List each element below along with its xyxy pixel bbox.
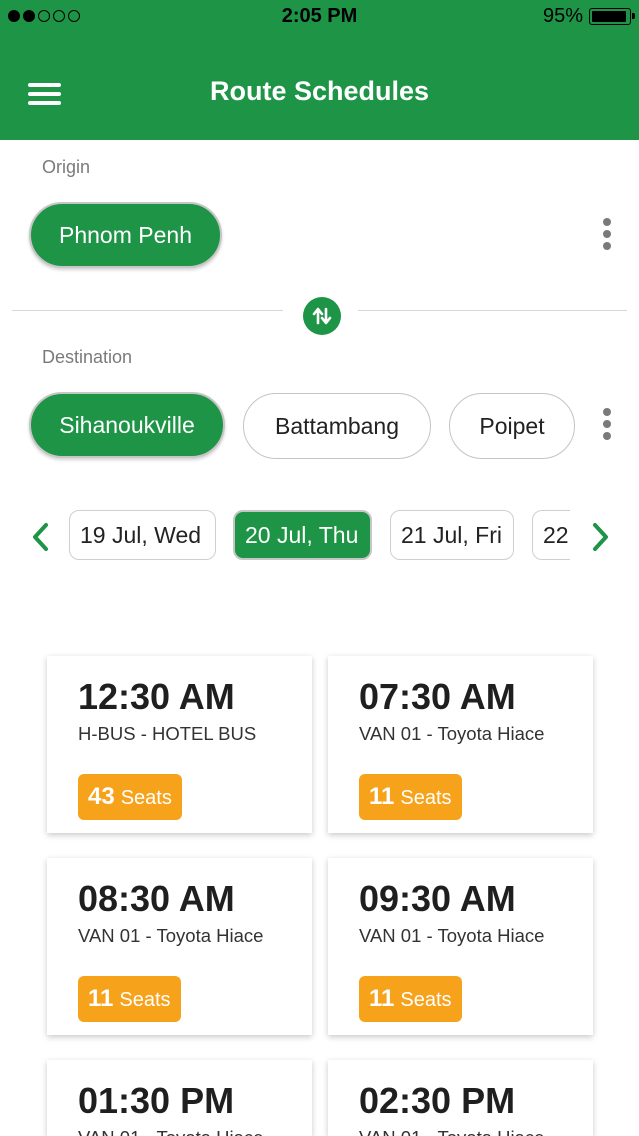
destination-chip-battambang[interactable]: Battambang bbox=[243, 393, 431, 459]
seat-count: 43 bbox=[88, 783, 115, 810]
schedule-card[interactable]: 02:30 PM VAN 01 - Toyota Hiace bbox=[328, 1060, 593, 1136]
battery-percentage: 95% bbox=[542, 5, 583, 27]
vehicle-name: H-BUS - HOTEL BUS bbox=[78, 723, 257, 744]
destination-chip-sihanoukville[interactable]: Sihanoukville bbox=[29, 392, 225, 458]
seat-label: Seats bbox=[120, 787, 172, 809]
vehicle-name: VAN 01 - Toyota Hiace bbox=[78, 925, 264, 946]
status-bar: 2:05 PM 95% bbox=[0, 0, 639, 34]
chevron-left-icon[interactable] bbox=[27, 517, 55, 557]
seats-badge: 43 Seats bbox=[78, 774, 182, 820]
seat-count: 11 bbox=[369, 783, 395, 810]
chevron-right-icon[interactable] bbox=[586, 517, 614, 557]
date-chip-19-jul[interactable]: 19 Jul, Wed bbox=[69, 510, 216, 560]
vehicle-name: VAN 01 - Toyota Hiace bbox=[78, 1127, 263, 1136]
swap-vertical-arrows-icon[interactable] bbox=[303, 297, 341, 335]
origin-label: Origin bbox=[42, 157, 91, 177]
seat-label: Seats bbox=[400, 787, 452, 809]
seat-label: Seats bbox=[400, 989, 452, 1011]
destination-label: Destination bbox=[42, 347, 133, 367]
vehicle-name: VAN 01 - Toyota Hiace bbox=[359, 925, 545, 946]
vehicle-name: VAN 01 - Toyota Hiace bbox=[359, 1127, 544, 1136]
date-chip-22-jul[interactable]: 22 bbox=[532, 510, 570, 560]
departure-time: 12:30 AM bbox=[78, 676, 235, 717]
schedule-card[interactable]: 01:30 PM VAN 01 - Toyota Hiace bbox=[47, 1060, 312, 1136]
schedule-card[interactable]: 07:30 AM VAN 01 - Toyota Hiace 11 Seats bbox=[328, 656, 593, 833]
page-title: Route Schedules bbox=[209, 76, 430, 106]
destination-more-options-icon[interactable] bbox=[595, 404, 619, 444]
schedule-card[interactable]: 12:30 AM H-BUS - HOTEL BUS 43 Seats bbox=[47, 656, 312, 833]
departure-time: 01:30 PM bbox=[78, 1080, 235, 1121]
seat-label: Seats bbox=[119, 989, 171, 1011]
seats-badge: 11 Seats bbox=[359, 774, 462, 820]
origin-chip-phnom-penh[interactable]: Phnom Penh bbox=[29, 202, 222, 268]
date-chip-20-jul[interactable]: 20 Jul, Thu bbox=[233, 510, 372, 560]
divider-right bbox=[358, 310, 627, 311]
departure-time: 09:30 AM bbox=[359, 878, 516, 919]
seat-count: 11 bbox=[88, 985, 114, 1012]
vehicle-name: VAN 01 - Toyota Hiace bbox=[359, 723, 545, 744]
app-header: 2:05 PM 95% Route Schedules bbox=[0, 0, 639, 140]
date-chip-21-jul[interactable]: 21 Jul, Fri bbox=[390, 510, 514, 560]
origin-more-options-icon[interactable] bbox=[595, 214, 619, 254]
departure-time: 07:30 AM bbox=[359, 676, 516, 717]
seats-badge: 11 Seats bbox=[78, 976, 181, 1022]
schedule-card[interactable]: 09:30 AM VAN 01 - Toyota Hiace 11 Seats bbox=[328, 858, 593, 1035]
departure-time: 08:30 AM bbox=[78, 878, 235, 919]
seat-count: 11 bbox=[369, 985, 395, 1012]
departure-time: 02:30 PM bbox=[359, 1080, 516, 1121]
schedule-card[interactable]: 08:30 AM VAN 01 - Toyota Hiace 11 Seats bbox=[47, 858, 312, 1035]
divider-left bbox=[12, 310, 283, 311]
battery-icon bbox=[589, 8, 635, 25]
date-selector: 19 Jul, Wed 20 Jul, Thu 21 Jul, Fri 22 bbox=[62, 508, 570, 564]
destination-chip-poipet[interactable]: Poipet bbox=[449, 393, 575, 459]
seats-badge: 11 Seats bbox=[359, 976, 462, 1022]
